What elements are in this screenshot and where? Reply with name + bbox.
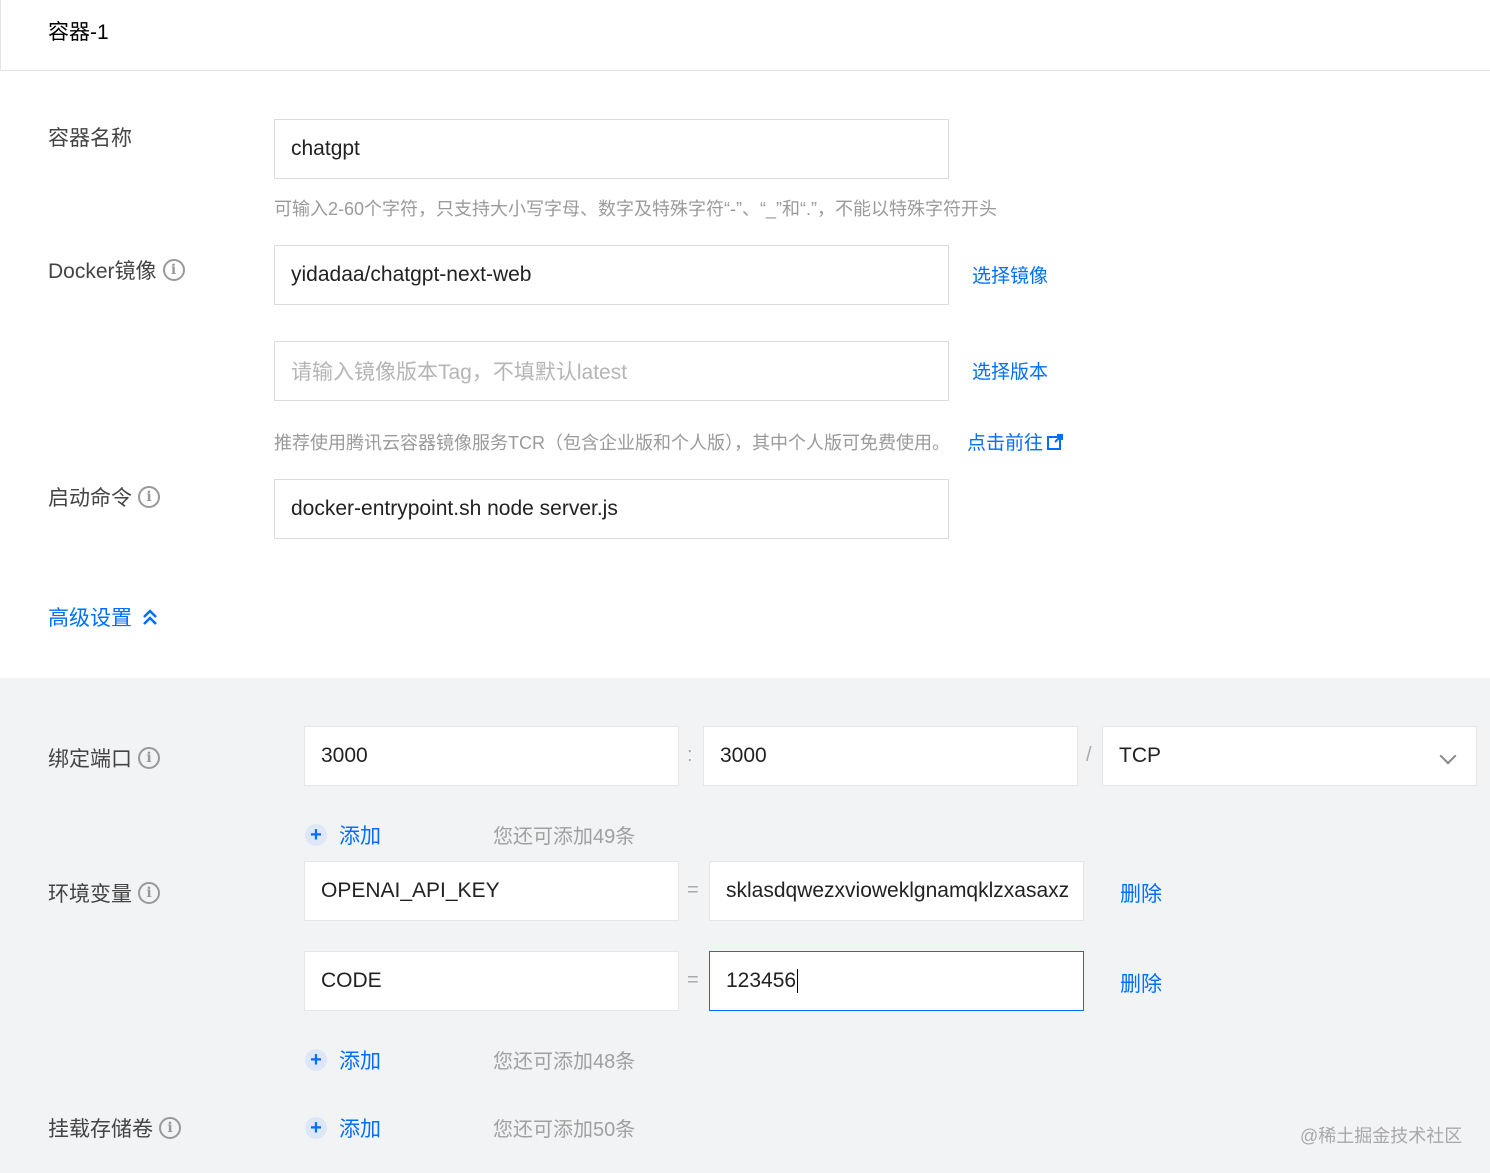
- add-volume-button[interactable]: + 添加: [305, 1113, 381, 1143]
- port-binding-label: 绑定端口 i: [48, 743, 160, 773]
- env-remaining-count: 您还可添加48条: [493, 1051, 636, 1073]
- container-name-hint: 可输入2-60个字符，只支持大小写字母、数字及特殊字符“-”、“_”和“.”，不…: [274, 199, 997, 219]
- docker-image-input[interactable]: yidadaa/chatgpt-next-web: [274, 245, 949, 305]
- port-remaining-count: 您还可添加49条: [493, 826, 636, 848]
- protocol-select[interactable]: TCP: [1102, 726, 1477, 786]
- advanced-settings-toggle[interactable]: 高级设置: [48, 602, 158, 632]
- env-vars-label: 环境变量 i: [48, 878, 160, 908]
- container-port-input[interactable]: 3000: [703, 726, 1078, 786]
- info-icon[interactable]: i: [159, 1117, 181, 1139]
- select-image-link[interactable]: 选择镜像: [972, 261, 1048, 288]
- env-key-input[interactable]: OPENAI_API_KEY: [304, 861, 679, 921]
- port-slash: /: [1086, 744, 1092, 766]
- info-icon[interactable]: i: [138, 882, 160, 904]
- container-name-input[interactable]: chatgpt: [274, 119, 949, 179]
- env-equals: =: [687, 879, 699, 901]
- select-version-link[interactable]: 选择版本: [972, 357, 1048, 384]
- chevron-double-up-icon: [143, 609, 157, 625]
- add-env-button[interactable]: + 添加: [305, 1045, 381, 1075]
- env-value-input[interactable]: sklasdqwezxvioweklgnamqklzxasaxz: [709, 861, 1084, 921]
- image-tag-input[interactable]: 请输入镜像版本Tag，不填默认latest: [274, 341, 949, 401]
- start-command-input[interactable]: docker-entrypoint.sh node server.js: [274, 479, 949, 539]
- info-icon[interactable]: i: [162, 259, 185, 281]
- volumes-label: 挂载存储卷 i: [48, 1113, 181, 1143]
- tcr-recommend-hint: 推荐使用腾讯云容器镜像服务TCR（包含企业版和个人版），其中个人版可免费使用。: [274, 433, 950, 453]
- env-equals: =: [687, 969, 699, 991]
- plus-icon: +: [305, 1117, 327, 1139]
- plus-icon: +: [305, 1049, 327, 1071]
- env-value-input[interactable]: 123456: [709, 951, 1084, 1011]
- text-caret: [797, 969, 799, 993]
- external-link-icon: [1047, 433, 1064, 450]
- watermark: @稀土掘金技术社区: [1300, 1126, 1463, 1146]
- port-colon: :: [687, 744, 693, 766]
- chevron-down-icon: [1439, 747, 1457, 765]
- env-key-input[interactable]: CODE: [304, 951, 679, 1011]
- env-delete-button[interactable]: 删除: [1120, 968, 1162, 998]
- docker-image-label: Docker镜像 i: [48, 255, 185, 285]
- container-title: 容器-1: [48, 21, 109, 44]
- container-name-label: 容器名称: [48, 127, 132, 150]
- plus-icon: +: [305, 824, 327, 846]
- volume-remaining-count: 您还可添加50条: [493, 1119, 636, 1141]
- goto-tcr-link[interactable]: 点击前往: [967, 428, 1064, 455]
- add-port-button[interactable]: + 添加: [305, 820, 381, 850]
- info-icon[interactable]: i: [138, 747, 160, 769]
- host-port-input[interactable]: 3000: [304, 726, 679, 786]
- start-command-label: 启动命令 i: [48, 482, 160, 512]
- container-header: [0, 0, 1490, 71]
- info-icon[interactable]: i: [138, 486, 160, 508]
- env-delete-button[interactable]: 删除: [1120, 878, 1162, 908]
